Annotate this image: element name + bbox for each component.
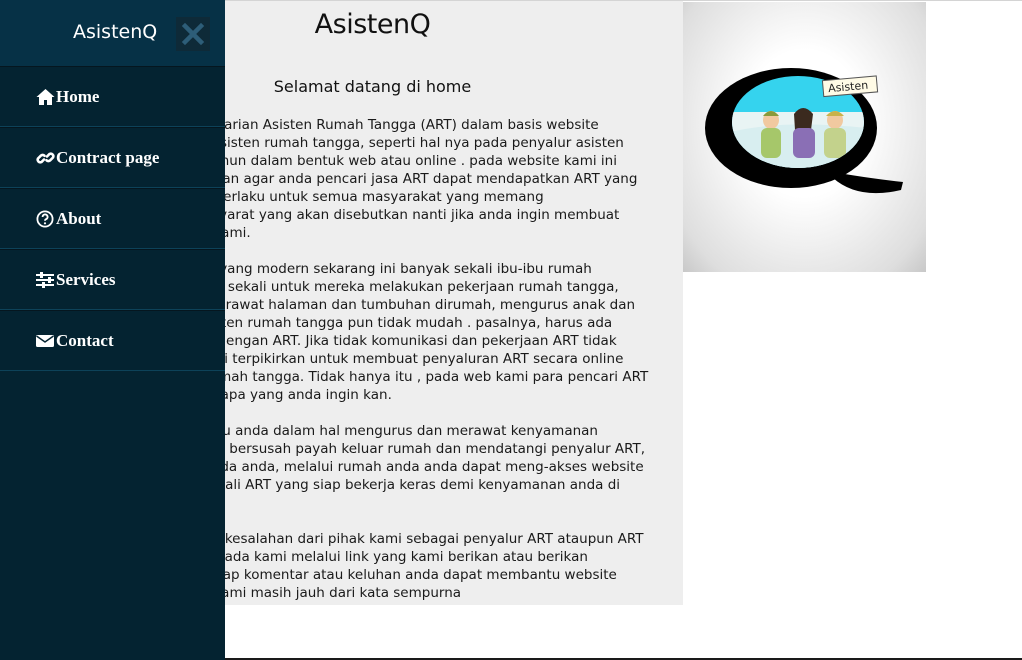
- paragraph-line: mnya namun dalam bentuk web atau online …: [157, 153, 617, 169]
- paragraph-line: a zaman yang modern sekarang ini banyak …: [157, 261, 592, 277]
- home-icon: [36, 88, 55, 106]
- sidebar-item-services[interactable]: Services: [0, 249, 225, 310]
- paragraph-line: erjaan rumah tangga. Tidak hanya itu , p…: [157, 369, 649, 385]
- paragraph-line: T seperti apa yang anda ingin kan.: [157, 387, 392, 403]
- paragraph-line: ncarian asisten rumah tangga, seperti ha…: [157, 135, 624, 151]
- sidebar-brand: AsistenQ: [73, 21, 158, 43]
- paragraph-line: alah atau kesalahan dari pihak kami seba…: [157, 531, 644, 547]
- sidebar-item-label: Services: [56, 269, 116, 289]
- q-tail: [823, 170, 903, 194]
- paragraph-feedback: alah atau kesalahan dari pihak kami seba…: [157, 530, 677, 602]
- paragraph-line: anyak sekali ART yang siap bekerja keras…: [157, 477, 621, 493]
- sidebar: AsistenQ Home Contract page About Servic…: [0, 0, 225, 660]
- paragraph-line: ngga sulit sekali untuk mereka melakukan…: [157, 279, 619, 295]
- sidebar-item-contract-page[interactable]: Contract page: [0, 127, 225, 188]
- link-icon: [36, 149, 55, 167]
- paragraph-line: an anda pada kami melalui link yang kami…: [157, 549, 588, 565]
- paragraph-line: membantu anda dalam hal mengurus dan mer…: [157, 423, 598, 439]
- sidebar-item-label: Home: [56, 86, 100, 106]
- paragraph-line: website kami masih jauh dari kata sempur…: [157, 585, 462, 601]
- paragraph-line: dengan syarat yang akan disebutkan nanti…: [157, 207, 620, 223]
- paragraph-line: k rumah dengan ART. Jika tidak komunikas…: [157, 333, 617, 349]
- paragraph-background: a zaman yang modern sekarang ini banyak …: [157, 260, 677, 404]
- paragraph-line: kami. setiap komentar atau keluhan anda …: [157, 567, 617, 583]
- paragraph-line: rkan pencarian Asisten Rumah Tangga (ART…: [157, 117, 599, 133]
- paragraph-benefit: membantu anda dalam hal mengurus dan mer…: [157, 422, 677, 512]
- paragraph-line: mpa anda bersusah payah keluar rumah dan…: [157, 441, 646, 457]
- asistenq-logo: Asisten: [683, 2, 926, 272]
- paragraph-line: bsite ini berlaku untuk semua masyarakat…: [157, 189, 544, 205]
- envelope-icon: [36, 332, 55, 350]
- logo-graphic: Asisten: [705, 68, 903, 194]
- sidebar-header: AsistenQ: [0, 0, 225, 66]
- paragraph-intro: rkan pencarian Asisten Rumah Tangga (ART…: [157, 116, 677, 242]
- paragraph-line: website kami.: [157, 225, 251, 241]
- close-icon: [181, 22, 205, 46]
- sidebar-item-home[interactable]: Home: [0, 66, 225, 127]
- paragraph-line: dahan pada anda, melalui rumah anda anda…: [157, 459, 644, 475]
- paragraph-line: atau arahan agar anda pencari jasa ART d…: [157, 171, 638, 187]
- paragraph-line: ngga kami terpikirkan untuk membuat peny…: [157, 351, 624, 367]
- paragraph-line: ncari asisten rumah tangga pun tidak mud…: [157, 315, 613, 331]
- paragraph-line: a.: [157, 494, 677, 512]
- close-button[interactable]: [176, 17, 210, 51]
- sidebar-item-label: Contact: [56, 330, 114, 350]
- paragraph-line: umah, merawat halaman dan tumbuhan dirum…: [157, 297, 636, 313]
- question-circle-icon: [36, 210, 55, 228]
- sliders-icon: [36, 271, 55, 289]
- sidebar-item-about[interactable]: About: [0, 188, 225, 249]
- sidebar-item-contact[interactable]: Contact: [0, 310, 225, 371]
- sidebar-item-label: Contract page: [56, 147, 160, 167]
- sidebar-item-label: About: [56, 208, 102, 228]
